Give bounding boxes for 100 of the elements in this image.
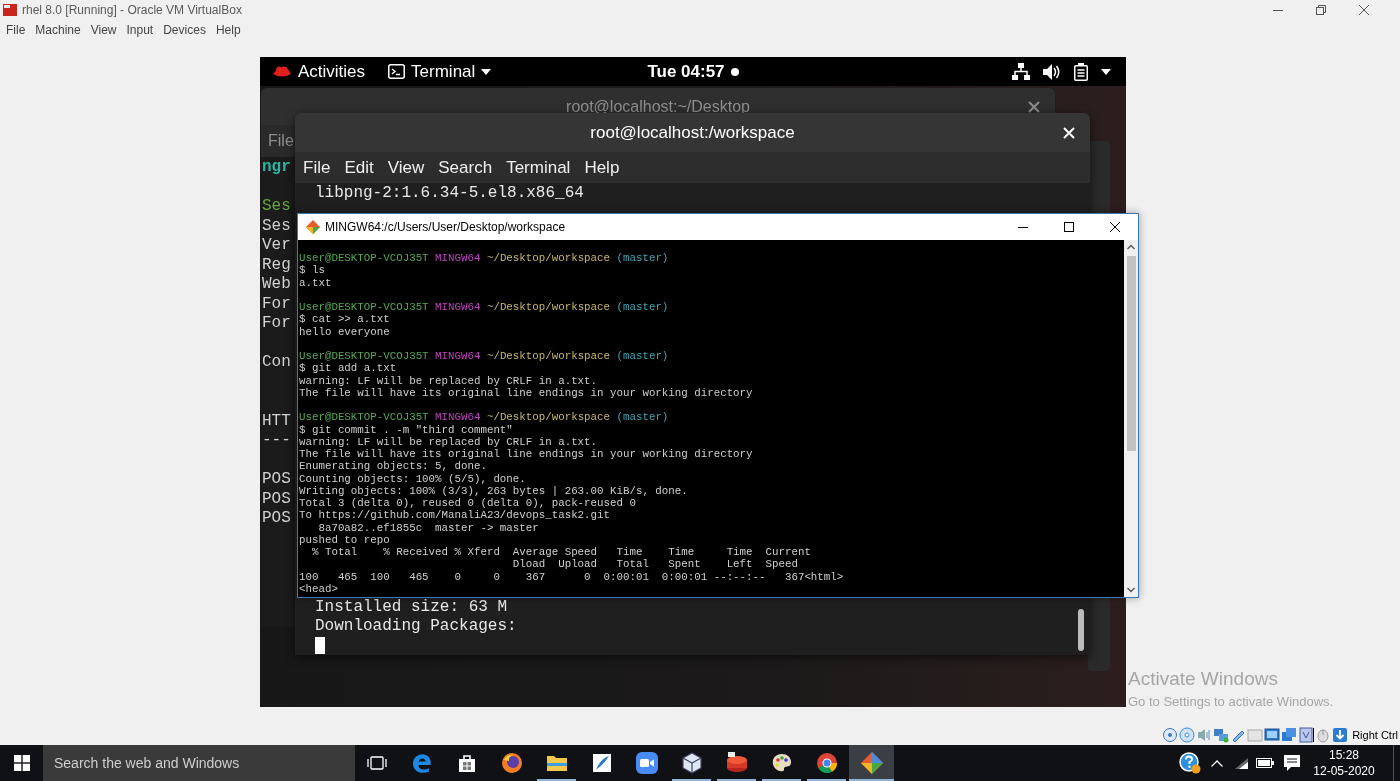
battery-icon: [1256, 758, 1274, 768]
diamond-icon: [859, 751, 884, 775]
terminal-line: 100 465 100 465 0 0 367 0 0:00:01 0:00:01 --:--:-- 367<html>: [299, 570, 844, 583]
search-field[interactable]: Search the web and Windows: [43, 745, 355, 781]
terminal-line: Dload Upload Total Spent Left Speed: [511, 558, 798, 571]
window-title: root@localhost:/workspace: [590, 122, 795, 143]
menu-item[interactable]: Search: [438, 157, 493, 178]
terminal-line: hello everyone: [299, 325, 390, 338]
help-icon: [1179, 752, 1201, 774]
terminal-line: warning: LF will be replaced by CRLF in a.txt.: [299, 374, 598, 387]
task-view-icon: [367, 755, 387, 771]
prompt-line: User@DESKTOP-VCOJ35T MINGW64 ~/Desktop/workspace (master): [299, 350, 669, 362]
terminal-line: $ cat >> a.txt: [299, 313, 390, 326]
globe-icon: [499, 751, 524, 775]
menu-item[interactable]: Help: [584, 157, 620, 178]
windows-logo-icon: [13, 755, 30, 771]
monitor-icon[interactable]: [1281, 727, 1298, 743]
window-title: MINGW64:/c/Users/User/Desktop/workspace: [325, 220, 566, 234]
menu-item[interactable]: Input: [121, 23, 159, 37]
terminal-line: a.txt: [299, 276, 332, 289]
terminal-line: Web: [262, 275, 291, 293]
restore-icon: [1315, 5, 1326, 15]
window-title: rhel 8.0 [Running] - Oracle VM VirtualBox: [22, 3, 242, 17]
hard-disk-icon[interactable]: [1162, 727, 1179, 743]
terminal-line: POS: [262, 489, 291, 508]
close-icon: [1358, 5, 1369, 15]
notice-text: Go to Settings to activate Windows.: [1128, 694, 1334, 709]
terminal-line: Ses: [262, 216, 291, 235]
terminal-line: Installed size: 63 M: [315, 598, 508, 616]
terminal-line: To https://github.com/ManaliA23/devops_task2.git: [299, 509, 610, 522]
menu-item[interactable]: File: [303, 157, 331, 178]
terminal-line: $ git add a.txt: [299, 362, 397, 375]
speaker-icon[interactable]: [1043, 63, 1061, 80]
terminal-line: Total 3 (delta 0), reused 0 (delta 0), pack-reused 0: [299, 497, 636, 509]
menu-item[interactable]: File: [268, 132, 294, 150]
terminal-line: POS: [262, 470, 291, 488]
terminal-line: $ ls: [299, 264, 325, 277]
battery-icon[interactable]: [1074, 62, 1088, 81]
cube-icon: [679, 751, 704, 775]
terminal-line: The file will have its original line endings in your working directory: [299, 386, 753, 399]
terminal-line: 8a70a82..ef1855c master -> master: [317, 521, 539, 534]
notification-icon: [1283, 754, 1301, 772]
caret-down-icon: [481, 68, 492, 75]
terminal-line: HTT: [262, 411, 291, 430]
caret-down-icon[interactable]: [1101, 68, 1111, 75]
video-camera-icon: [634, 751, 659, 775]
prompt-line: User@DESKTOP-VCOJ35T MINGW64 ~/Desktop/workspace (master): [299, 411, 669, 424]
terminal-line: The file will have its original line endings in your working directory: [299, 448, 753, 460]
terminal-line: Ver: [262, 236, 291, 254]
scrollbar[interactable]: [1078, 609, 1084, 651]
prompt-line: User@DESKTOP-VCOJ35T MINGW64 ~/Desktop/workspace (master): [299, 252, 669, 264]
terminal-line: Enumerating objects: 5, done.: [299, 460, 487, 473]
stack-icon: [724, 751, 749, 775]
menu-item[interactable]: View: [85, 23, 122, 37]
terminal-line: warning: LF will be replaced by CRLF in a.txt.: [299, 435, 598, 448]
monitor-icon[interactable]: [1264, 727, 1281, 743]
terminal-line: Ses: [262, 197, 291, 215]
menu-item[interactable]: View: [387, 157, 425, 178]
terminal-icon: [388, 64, 406, 79]
terminal-line: Downloading Packages:: [315, 617, 517, 635]
terminal-line: Counting objects: 100% (5/5), done.: [299, 472, 526, 485]
terminal-line: Con: [262, 353, 291, 371]
text-cursor: [315, 637, 325, 654]
chevron-up-icon: [1211, 759, 1223, 767]
hat-icon: [272, 64, 292, 79]
terminal-line: % Total % Received % Xferd Average Speed Time Time Time Current: [310, 546, 811, 558]
terminal-line: pushed to repo: [299, 533, 390, 546]
terminal-line: POS: [262, 509, 291, 527]
chip-icon[interactable]: [1298, 727, 1315, 743]
network-icon[interactable]: [1012, 63, 1030, 80]
menu-item[interactable]: Devices: [158, 23, 211, 37]
scrollbar[interactable]: [1124, 240, 1138, 597]
terminal-line: $ git commit . -m "third comment": [299, 423, 513, 436]
menu-item[interactable]: File: [1, 23, 31, 37]
notice-title: Activate Windows: [1128, 668, 1279, 690]
menu-item[interactable]: Help: [210, 23, 246, 37]
terminal-line: Reg: [262, 255, 291, 274]
circle-logo-icon: [814, 751, 839, 775]
terminal-line: ngr: [262, 158, 291, 176]
dot-icon: [730, 67, 739, 76]
terminal-line: <head>: [299, 582, 338, 595]
terminal-line: Writing objects: 100% (3/3), 263 bytes | 263.00 KiB/s, done.: [299, 484, 688, 497]
close-icon: [1110, 222, 1120, 232]
maximize-icon: [1064, 222, 1074, 232]
host-key-label: Right Ctrl: [1352, 729, 1398, 741]
app-menu-button[interactable]: Terminal: [388, 61, 492, 82]
menu-item[interactable]: Machine: [30, 23, 86, 37]
menu-item[interactable]: Edit: [344, 157, 374, 178]
terminal-line: libpng-2:1.6.34-5.el8.x86_64: [315, 184, 584, 202]
wifi-icon: [1233, 756, 1249, 770]
activities-button[interactable]: Activities: [298, 61, 366, 82]
menu-item[interactable]: Terminal: [506, 157, 571, 178]
clock[interactable]: Tue 04:57: [647, 61, 725, 82]
window-title: root@localhost:~/Desktop: [566, 97, 750, 116]
terminal-line: For: [262, 314, 291, 332]
prompt-line: User@DESKTOP-VCOJ35T MINGW64 ~/Desktop/workspace (master): [299, 301, 669, 313]
terminal-line: ---: [262, 431, 291, 449]
diamond-icon: [306, 220, 320, 234]
terminal-line: For: [262, 294, 291, 313]
clock[interactable]: 15:28 12-05-2020: [1307, 745, 1381, 781]
